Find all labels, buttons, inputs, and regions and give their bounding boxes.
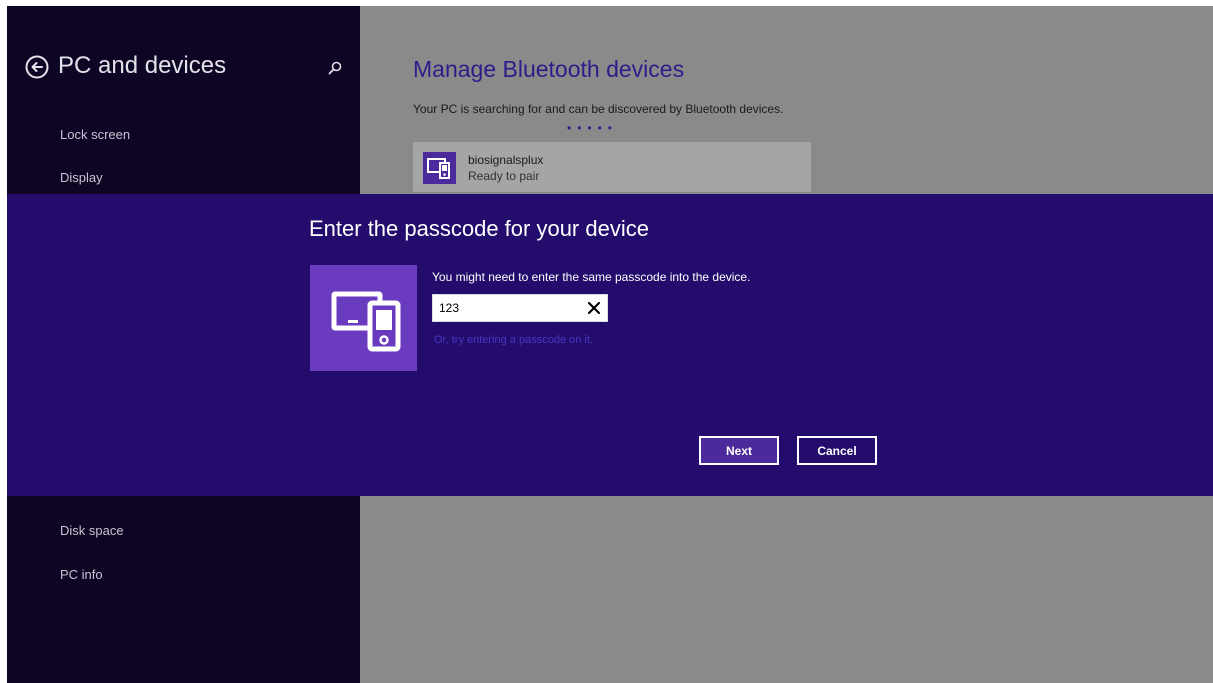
sidebar-item-disk-space[interactable]: Disk space	[60, 523, 124, 538]
close-icon[interactable]	[586, 300, 602, 316]
sidebar-item-lock-screen[interactable]: Lock screen	[60, 127, 130, 142]
device-list-item[interactable]: biosignalsplux Ready to pair	[413, 142, 811, 192]
search-status-text: Your PC is searching for and can be disc…	[413, 102, 784, 116]
devices-icon	[423, 152, 456, 184]
passcode-input[interactable]	[433, 295, 573, 321]
passcode-dialog: Enter the passcode for your device You m…	[7, 194, 1213, 496]
enter-passcode-on-device-link[interactable]: Or, try entering a passcode on it.	[434, 334, 593, 346]
device-name: biosignalsplux	[468, 153, 544, 167]
dialog-title: Enter the passcode for your device	[309, 216, 649, 241]
passcode-field	[432, 294, 608, 322]
search-icon[interactable]	[327, 60, 343, 76]
dialog-message: You might need to enter the same passcod…	[432, 270, 751, 284]
devices-icon	[310, 265, 417, 371]
sidebar-item-display[interactable]: Display	[60, 170, 103, 185]
device-status: Ready to pair	[468, 169, 540, 183]
sidebar-item-pc-info[interactable]: PC info	[60, 567, 103, 582]
sidebar-title: PC and devices	[58, 52, 227, 79]
page-title: Manage Bluetooth devices	[413, 56, 685, 82]
cancel-button[interactable]: Cancel	[797, 436, 877, 465]
progress-dots: •••••	[567, 121, 619, 135]
settings-window: PC and devices Lock screen Display Disk …	[7, 6, 1213, 683]
next-button[interactable]: Next	[699, 436, 779, 465]
back-arrow-icon[interactable]	[25, 55, 49, 79]
